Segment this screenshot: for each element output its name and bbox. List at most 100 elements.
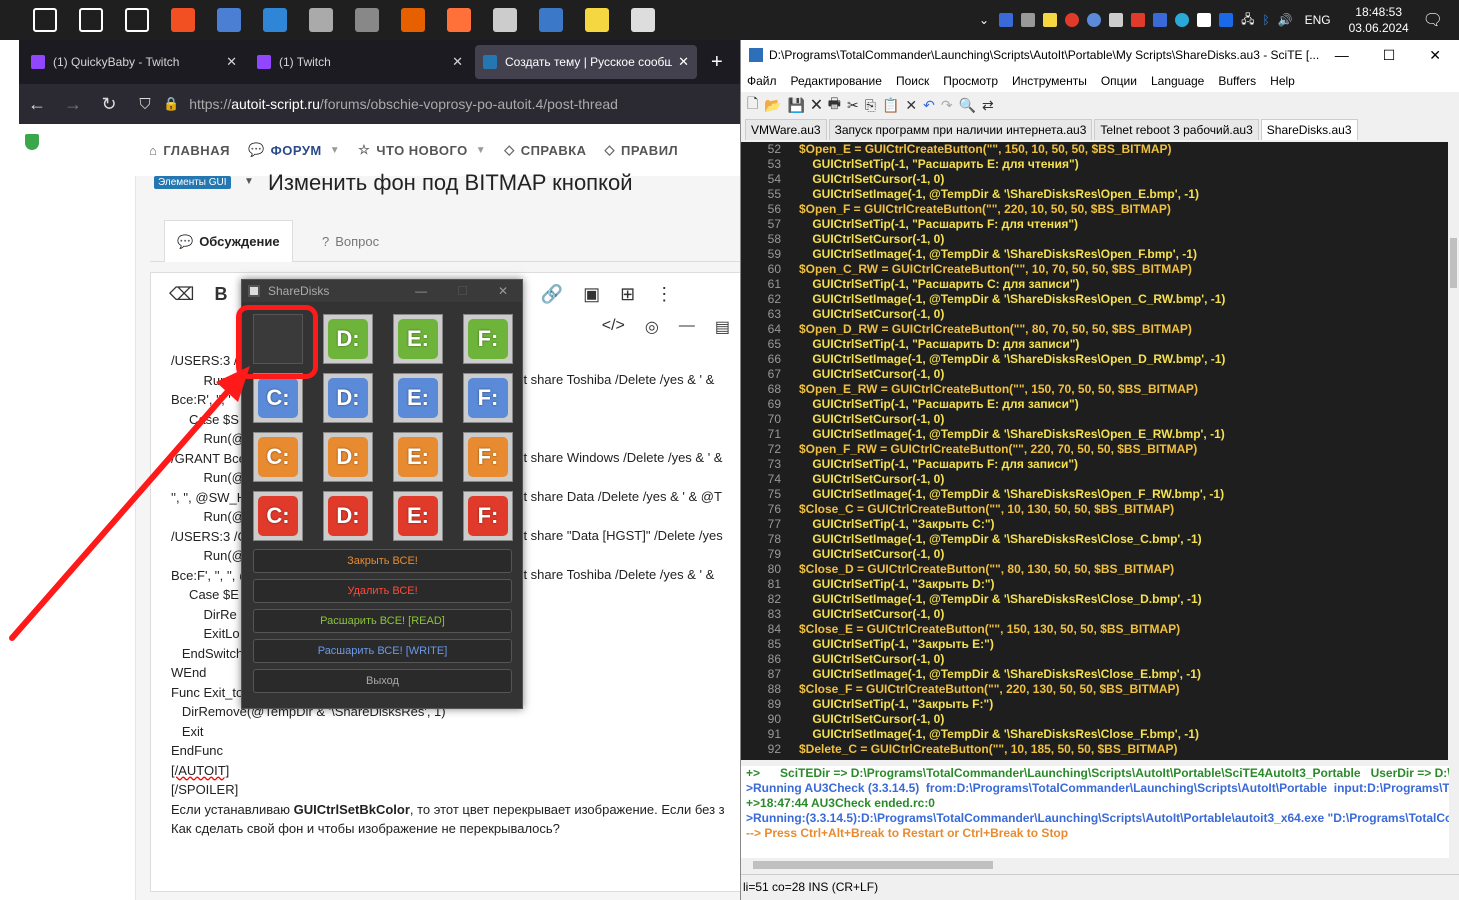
menu-item[interactable]: Просмотр (943, 74, 998, 88)
shield-icon[interactable] (1197, 13, 1212, 27)
autoit-icon[interactable] (539, 8, 563, 32)
chevron-down-icon[interactable]: ▼ (330, 145, 340, 156)
image-icon[interactable]: ▤ (715, 317, 730, 337)
find-icon[interactable]: 🔍 (959, 97, 976, 114)
app-tray-icon[interactable] (1043, 13, 1058, 27)
app-tray-icon[interactable] (1021, 13, 1036, 27)
print-icon[interactable]: 🖶 (828, 93, 841, 117)
new-tab-button[interactable]: + (711, 51, 723, 74)
preview-off-icon[interactable]: ◎ (645, 317, 659, 337)
open-folder-icon[interactable]: 📂 (764, 97, 781, 114)
tab-discussion[interactable]: 💬 Обсуждение (164, 220, 293, 262)
more-icon[interactable]: ⋮ (655, 284, 673, 305)
drive-button[interactable]: D: (323, 373, 373, 423)
menu-item[interactable]: Файл (747, 74, 777, 88)
file-tab[interactable]: VMWare.au3 (745, 119, 827, 140)
cut-icon[interactable]: ✂ (847, 97, 859, 114)
volume-icon[interactable]: 🔊 (1278, 13, 1293, 27)
app-icon[interactable] (355, 8, 379, 32)
start-icon[interactable] (33, 8, 57, 32)
app-tray-icon[interactable] (1175, 13, 1190, 27)
app-icon[interactable] (217, 8, 241, 32)
notification-icon[interactable]: 🗨 (1423, 10, 1443, 30)
chevron-down-icon[interactable]: ▼ (476, 145, 486, 156)
close-tab-icon[interactable]: ✕ (452, 54, 463, 70)
nav-item[interactable]: 💬 ФОРУМ ▼ (248, 142, 340, 158)
network-icon[interactable]: 🖧 (1241, 10, 1254, 31)
store-icon[interactable] (171, 8, 195, 32)
menu-item[interactable]: Поиск (896, 74, 929, 88)
app-icon[interactable] (309, 8, 333, 32)
image-icon[interactable]: ▣ (583, 284, 600, 305)
app-icon[interactable] (585, 8, 609, 32)
thread-title-input[interactable]: Изменить фон под BITMAP кнопкой (268, 170, 633, 196)
close-icon[interactable]: ✕ (498, 284, 508, 298)
drive-button[interactable]: F: (463, 373, 513, 423)
app-tray-icon[interactable] (1219, 13, 1234, 27)
forward-icon[interactable]: → (55, 94, 91, 115)
language-indicator[interactable]: ENG (1305, 13, 1331, 27)
link-icon[interactable]: 🔗 (541, 284, 563, 305)
nav-item[interactable]: ◇ ПРАВИЛ (605, 142, 679, 158)
back-icon[interactable]: ← (19, 94, 55, 115)
file-tab[interactable]: Telnet reboot 3 рабочий.au3 (1094, 119, 1259, 140)
edge-icon[interactable] (263, 8, 287, 32)
category-tag[interactable]: Элементы GUI (154, 176, 231, 189)
maximize-icon[interactable]: ☐ (457, 284, 468, 298)
maximize-icon[interactable]: ☐ (1383, 47, 1396, 64)
drive-button[interactable]: D: (323, 491, 373, 541)
close-icon[interactable]: ✕ (1429, 47, 1441, 64)
search-icon[interactable] (79, 8, 103, 32)
menu-item[interactable]: Инструменты (1012, 74, 1087, 88)
save-icon[interactable]: 💾 (788, 97, 805, 114)
flag-icon[interactable] (1153, 13, 1168, 27)
redo-icon[interactable]: ↷ (941, 97, 953, 114)
drive-button[interactable]: E: (393, 432, 443, 482)
code-editor[interactable]: 52 53 54 55 56 57 58 59 60 61 62 63 64 65 66 67 68 69 70 71… (741, 142, 1449, 760)
delete-icon[interactable]: ✕ (905, 97, 917, 114)
bluetooth-icon[interactable]: ᛒ (1262, 13, 1269, 27)
menu-item[interactable]: Language (1151, 74, 1204, 88)
menu-item[interactable]: Опции (1101, 74, 1137, 88)
tab-question[interactable]: ? Вопрос (310, 220, 391, 262)
firefox-icon[interactable] (401, 8, 425, 32)
browser-tab[interactable]: Создать тему | Русское сообщ ✕ (475, 45, 697, 79)
sharedisks-action-button[interactable]: Выход (253, 669, 512, 693)
output-pane[interactable]: +> SciTEDir => D:\Programs\TotalCommande… (741, 766, 1449, 870)
url-bar[interactable]: https://autoit-script.ru/forums/obschie-… (189, 96, 618, 112)
app-tray-icon[interactable] (1065, 13, 1080, 27)
copy-icon[interactable]: ⎘ (865, 97, 876, 114)
drive-button[interactable]: E: (393, 314, 443, 364)
code-icon[interactable]: </> (602, 317, 625, 337)
horizontal-scrollbar[interactable] (741, 858, 1449, 872)
close-tab-icon[interactable]: ✕ (226, 54, 237, 70)
app-icon[interactable] (493, 8, 517, 32)
undo-icon[interactable]: ↶ (923, 97, 935, 114)
bold-icon[interactable]: B (214, 284, 227, 305)
nav-item[interactable]: ☆ ЧТО НОВОГО ▼ (358, 142, 486, 158)
table-icon[interactable]: ⊞ (620, 284, 635, 305)
app-tray-icon[interactable] (999, 13, 1014, 27)
clock[interactable]: 18:48:53 03.06.2024 (1349, 4, 1409, 36)
drive-button[interactable]: F: (463, 314, 513, 364)
paste-icon[interactable]: 📋 (882, 97, 899, 114)
new-file-icon[interactable]: 🗋 (747, 93, 758, 117)
hr-icon[interactable]: — (679, 317, 695, 337)
file-tab[interactable]: ShareDisks.au3 (1260, 119, 1358, 140)
task-view-icon[interactable] (125, 8, 149, 32)
chevron-down-icon[interactable]: ▼ (244, 176, 254, 187)
drive-button[interactable]: E: (393, 373, 443, 423)
chevron-up-icon[interactable]: ⌄ (979, 13, 989, 27)
close-tab-icon[interactable]: ✕ (678, 54, 689, 70)
menu-item[interactable]: Редактирование (791, 74, 882, 88)
replace-icon[interactable]: ⇄ (982, 97, 994, 114)
drive-button[interactable]: D: (323, 314, 373, 364)
nav-item[interactable]: ⌂ ГЛАВНАЯ (149, 142, 230, 158)
file-tab[interactable]: Запуск программ при наличии интернета.au… (828, 119, 1093, 140)
app-icon[interactable] (631, 8, 655, 32)
vertical-scrollbar[interactable] (1448, 142, 1459, 760)
minimize-icon[interactable]: — (415, 284, 427, 298)
drive-button[interactable]: E: (393, 491, 443, 541)
browser-tab[interactable]: (1) QuickyBaby - Twitch ✕ (23, 45, 245, 79)
firefox-icon[interactable] (447, 8, 471, 32)
